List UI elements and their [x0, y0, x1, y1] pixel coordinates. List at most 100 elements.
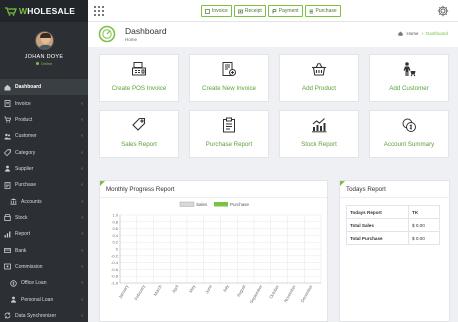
quick-purchase-button[interactable]: Purchase	[304, 5, 341, 17]
sidebar-item-commission[interactable]: Commission ‹	[0, 259, 88, 275]
legend-label-purchase: Purchase	[230, 202, 250, 207]
sidebar-item-invoice[interactable]: Invoice ‹	[0, 95, 88, 111]
sidebar-item-label: Accounts	[21, 198, 42, 205]
money-icon	[237, 9, 243, 13]
y-tick-label: 1.0	[112, 213, 118, 218]
gear-icon[interactable]	[437, 5, 449, 17]
online-dot-icon	[35, 62, 39, 65]
x-tick-label: April	[171, 284, 180, 294]
chevron-left-icon: ‹	[81, 280, 83, 287]
sidebar-item-label: Invoice	[15, 100, 31, 107]
breadcrumb: Home › Dashboard	[398, 31, 448, 36]
new-invoice-icon	[222, 62, 236, 76]
grid-menu-icon[interactable]	[94, 6, 104, 16]
x-tick-label: March	[153, 283, 163, 296]
sidebar-item-accounts[interactable]: Accounts ‹	[0, 193, 88, 209]
report-icon	[4, 231, 11, 238]
sidebar-item-label: Bank	[15, 247, 27, 254]
x-tick-label: November	[283, 283, 297, 303]
page-title: Dashboard	[125, 26, 167, 36]
sidebar-item-purchase[interactable]: Purchase ‹	[0, 177, 88, 193]
personal-loan-icon	[11, 296, 16, 303]
sidebar-item-bank[interactable]: Bank ‹	[0, 242, 88, 258]
sidebar-item-personal-loan[interactable]: Personal Loan ‹	[0, 291, 88, 307]
sidebar-item-label: Data Synchronizer	[15, 312, 57, 319]
panel-title: Monthly Progress Report	[106, 186, 175, 193]
table-header-cell: Todays Report	[345, 205, 410, 219]
quick-payment-button[interactable]: Payment	[267, 5, 303, 17]
quick-receipt-button[interactable]: Receipt	[233, 5, 266, 17]
sidebar-item-stock[interactable]: Stock ‹	[0, 210, 88, 226]
sidebar-item-label: Dashboard	[15, 84, 42, 91]
sidebar-item-supplier[interactable]: Supplier ‹	[0, 161, 88, 177]
chevron-left-icon: ‹	[81, 214, 83, 221]
sidebar-menu: Dashboard Invoice ‹ Product ‹ Customer ‹ Catego…	[0, 79, 88, 322]
quick-invoice-button[interactable]: Invoice	[201, 5, 232, 17]
chevron-left-icon: ‹	[81, 312, 83, 319]
account-summary-icon	[402, 118, 416, 132]
user-name: JOHAN DOYE	[24, 54, 64, 60]
page-subtitle: Home	[125, 37, 138, 42]
sidebar-item-label: Stock	[15, 214, 28, 221]
sidebar-item-label: Supplier	[15, 165, 34, 172]
x-tick-label: September	[249, 283, 264, 304]
sidebar-item-office-loan[interactable]: Office Loan ‹	[0, 275, 88, 291]
sidebar-item-report[interactable]: Report ‹	[0, 226, 88, 242]
breadcrumb-separator: ›	[421, 31, 423, 36]
home-icon	[398, 31, 404, 36]
legend-label-sales: Sales	[196, 202, 208, 207]
x-tick-label: July	[222, 283, 231, 293]
pos-icon	[132, 62, 146, 76]
card-stock-report[interactable]: Stock Report	[279, 110, 359, 158]
brand-logo[interactable]: WHOLESALE	[0, 0, 88, 22]
y-tick-label: -0.2	[111, 253, 119, 258]
sidebar-item-label: Report	[15, 231, 31, 238]
cart-logo-icon	[5, 6, 17, 16]
sidebar-item-category[interactable]: Category ‹	[0, 144, 88, 160]
x-tick-label: February	[133, 283, 146, 301]
brand-name: WHOLESALE	[19, 6, 76, 16]
tag-icon	[4, 149, 11, 157]
breadcrumb-home[interactable]: Home	[406, 31, 418, 36]
card-create-pos-invoice[interactable]: Create POS Invoice	[99, 54, 179, 102]
card-create-new-invoice[interactable]: Create New Invoice	[189, 54, 269, 102]
legend-swatch-sales	[179, 201, 195, 207]
chevron-left-icon: ‹	[81, 231, 83, 238]
card-add-customer[interactable]: Add Customer	[369, 54, 449, 102]
sidebar-item-label: Purchase	[15, 182, 37, 189]
sidebar-item-data-synchronizer[interactable]: Data Synchronizer ‹	[0, 308, 88, 322]
bank-icon	[4, 248, 11, 254]
card-account-summary[interactable]: Account Summary	[369, 110, 449, 158]
stock-chart-icon	[312, 118, 327, 133]
chevron-left-icon: ‹	[81, 100, 83, 107]
chevron-left-icon: ‹	[81, 165, 83, 172]
chevron-left-icon: ‹	[81, 182, 83, 189]
sidebar: WHOLESALE JOHAN DOYE Online Dashboard Inv…	[0, 0, 88, 322]
add-customer-icon	[403, 62, 416, 77]
users-icon	[4, 133, 11, 140]
table-header-cell: TK	[408, 205, 440, 219]
x-tick-label: January	[117, 283, 129, 299]
sidebar-item-customer[interactable]: Customer ‹	[0, 128, 88, 144]
sidebar-item-label: Product	[15, 116, 33, 123]
card-add-product[interactable]: Add Product	[279, 54, 359, 102]
dashboard-gauge-icon	[98, 25, 116, 43]
y-tick-label: 0.8	[112, 219, 118, 224]
sidebar-item-label: Category	[15, 149, 36, 156]
x-tick-label: June	[204, 283, 213, 294]
x-tick-label: August	[236, 283, 247, 298]
y-tick-label: 0.6	[112, 226, 118, 231]
legend-swatch-purchase	[214, 202, 228, 207]
sidebar-item-label: Commission	[15, 263, 43, 270]
table-cell-label: Total Sales	[345, 218, 410, 232]
sidebar-item-dashboard[interactable]: Dashboard	[0, 79, 88, 96]
avatar[interactable]	[34, 31, 54, 50]
card-purchase-report[interactable]: Purchase Report	[189, 110, 269, 158]
stock-icon	[4, 214, 11, 222]
sidebar-item-product[interactable]: Product ‹	[0, 112, 88, 128]
y-tick-label: 0	[116, 247, 119, 252]
user-profile: JOHAN DOYE Online	[0, 22, 88, 79]
table-header-row: Todays Report TK	[345, 205, 440, 219]
home-icon	[4, 84, 11, 91]
card-sales-report[interactable]: Sales Report	[99, 110, 179, 158]
